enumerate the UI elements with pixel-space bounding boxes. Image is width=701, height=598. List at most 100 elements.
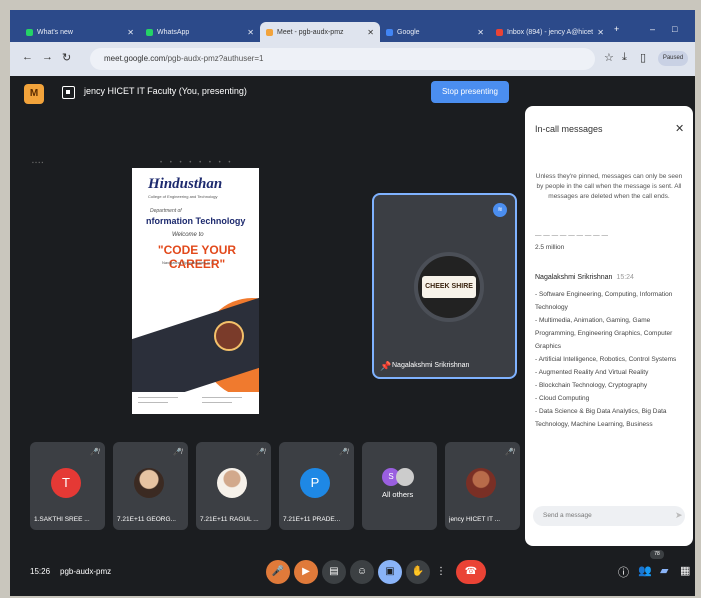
mic-off-icon: 🎤̸	[339, 449, 348, 456]
chat-icon[interactable]: ▰	[660, 564, 668, 577]
participant-name: All others	[382, 490, 414, 499]
reload-icon[interactable]: ↻	[62, 51, 71, 64]
maximize-icon[interactable]: □	[672, 24, 677, 34]
browser-tab-strip: What's new ✕ WhatsApp ✕ Meet - pgb-audx-…	[10, 10, 695, 42]
avatar	[396, 468, 414, 486]
mic-off-icon: 🎤̸	[90, 449, 99, 456]
screen: What's new ✕ WhatsApp ✕ Meet - pgb-audx-…	[10, 10, 695, 596]
participant-name: jency HICET IT ...	[449, 516, 501, 523]
participant-name: 7.21E+11 PRADE...	[283, 516, 341, 523]
presenting-label: jency HICET IT Faculty (You, presenting)	[84, 86, 247, 96]
tab-whatsapp[interactable]: WhatsApp ✕	[140, 22, 260, 42]
tab-whats-new[interactable]: What's new ✕	[20, 22, 140, 42]
presentation-icon	[62, 86, 75, 99]
participant-tile[interactable]: 🎤̸ 7.21E+11 GEORG...	[113, 442, 188, 530]
address-bar-row: ← → ↻ meet.google.com/pgb-audx-pmz?authu…	[10, 42, 695, 76]
forward-icon[interactable]: →	[42, 51, 53, 63]
mic-button[interactable]: 🎤	[266, 560, 290, 584]
people-icon[interactable]: 👥	[638, 564, 652, 577]
star-icon[interactable]: ☆	[604, 51, 614, 64]
avatar: T	[51, 468, 81, 498]
send-icon[interactable]: ➤	[675, 510, 683, 521]
participant-name: 7.21E+11 GEORG...	[117, 516, 176, 523]
chat-notice: Unless they're pinned, messages can only…	[535, 173, 683, 200]
more-options-button[interactable]: ⋮	[434, 560, 448, 584]
emoji-button[interactable]: ☺	[350, 560, 374, 584]
sidepanel-icon[interactable]: ▯	[640, 51, 646, 64]
tab-inbox[interactable]: Inbox (894) - jency A@hicet ✕	[490, 22, 610, 42]
url-field[interactable]: meet.google.com/pgb-audx-pmz?authuser=1	[90, 48, 595, 70]
participant-tile[interactable]: 🎤̸ jency HICET IT ...	[445, 442, 520, 530]
chat-prev-text: 2.5 million	[535, 244, 565, 251]
close-icon[interactable]: ✕	[597, 28, 604, 37]
tab-google[interactable]: Google ✕	[380, 22, 490, 42]
spotlight-name: Nagalakshmi Srikrishnan	[392, 362, 470, 369]
avatar	[134, 468, 164, 498]
sender-name: Nagalakshmi Srikrishnan	[535, 274, 613, 281]
slide-caption: ▪ ▪ ▪ ▪	[32, 160, 44, 166]
audio-indicator-icon: ≋	[493, 203, 507, 217]
stop-presenting-button[interactable]: Stop presenting	[431, 81, 509, 103]
close-icon[interactable]: ✕	[247, 28, 254, 37]
participant-tile[interactable]: 🎤̸ T 1.SAKTHI SREE ...	[30, 442, 105, 530]
chat-prev-partial: — — — — — — — — —	[535, 232, 608, 239]
camera-button[interactable]: ▶	[294, 560, 318, 584]
spotlight-tile[interactable]: ≋ CHEEK SHIRE 📌 Nagalakshmi Srikrishnan	[372, 193, 517, 379]
profile-button[interactable]: Paused	[658, 51, 688, 66]
participant-name: 1.SAKTHI SREE ...	[34, 516, 90, 523]
captions-button[interactable]: ▤	[322, 560, 346, 584]
activities-icon[interactable]: ▦	[680, 564, 690, 577]
url-path: /pgb-audx-pmz?authuser=1	[165, 54, 264, 63]
google-icon	[386, 28, 393, 36]
list-item: - Cloud Computing	[535, 395, 590, 402]
download-icon[interactable]: ⤓	[622, 51, 627, 64]
chat-sender: Nagalakshmi Srikrishnan 15:24	[535, 274, 634, 281]
meet-icon	[266, 28, 273, 36]
slide-dots: • • • • • • • •	[160, 160, 234, 166]
close-icon[interactable]: ✕	[477, 28, 484, 37]
whatsapp-icon	[146, 28, 153, 36]
back-icon[interactable]: ←	[22, 51, 33, 63]
mic-off-icon: 🎤̸	[173, 449, 182, 456]
participant-name: 7.21E+11 RAGUL ...	[200, 516, 259, 523]
meeting-time: 15:26	[30, 567, 51, 576]
whatsapp-icon	[26, 28, 33, 36]
list-item: - Blockchain Technology, Cryptography	[535, 382, 648, 389]
avatar: CHEEK SHIRE	[414, 252, 484, 322]
list-item: - Data Science & Big Data Analytics, Big…	[535, 408, 667, 428]
list-item: - Augmented Reality And Virtual Reality	[535, 369, 649, 376]
poster-brand: Hindusthan	[148, 176, 223, 192]
end-call-button[interactable]: ☎	[456, 560, 486, 584]
meet-logo-icon: M	[24, 84, 44, 104]
close-icon[interactable]: ✕	[367, 28, 374, 37]
message-input[interactable]: Send a message	[533, 506, 685, 526]
participant-tile[interactable]: 🎤̸ P 7.21E+11 PRADE...	[279, 442, 354, 530]
pin-icon[interactable]: 📌	[380, 361, 391, 372]
list-item: - Software Engineering, Computing, Infor…	[535, 291, 673, 311]
close-icon[interactable]: ✕	[127, 28, 134, 37]
poster-dept-line1: Department of	[150, 208, 182, 214]
participant-tile[interactable]: 🎤̸ 7.21E+11 RAGUL ...	[196, 442, 271, 530]
presentation-poster: Hindusthan College of Engineering and Te…	[132, 168, 259, 414]
gmail-icon	[496, 28, 503, 36]
avatar	[466, 468, 496, 498]
in-call-messages-panel: In-call messages ✕ Unless they're pinned…	[525, 106, 693, 546]
people-count-badge: 78	[650, 550, 664, 559]
poster-dept-line2: nformation Technology	[146, 216, 246, 226]
minimize-icon[interactable]: –	[650, 24, 655, 34]
avatar	[217, 468, 247, 498]
avatar: P	[300, 468, 330, 498]
poster-brand-sub: College of Engineering and Technology	[148, 194, 218, 199]
poster-footer	[132, 392, 259, 414]
raise-hand-button[interactable]: ✋	[406, 560, 430, 584]
all-others-tile[interactable]: S All others	[362, 442, 437, 530]
list-item: - Multimedia, Animation, Gaming, Game Pr…	[535, 317, 673, 350]
close-icon[interactable]: ✕	[675, 122, 684, 135]
mic-off-icon: 🎤̸	[256, 449, 265, 456]
info-icon[interactable]: ⓘ	[618, 564, 629, 580]
sender-time: 15:24	[616, 274, 634, 281]
meet-control-bar: 15:26 pgb-audx-pmz 🎤 ▶ ▤ ☺ ▣ ✋ ⋮ ☎ ⓘ 78 …	[10, 550, 695, 596]
present-button[interactable]: ▣	[378, 560, 402, 584]
new-tab-button[interactable]: +	[614, 24, 619, 34]
tab-meet[interactable]: Meet - pgb-audx-pmz ✕	[260, 22, 380, 42]
